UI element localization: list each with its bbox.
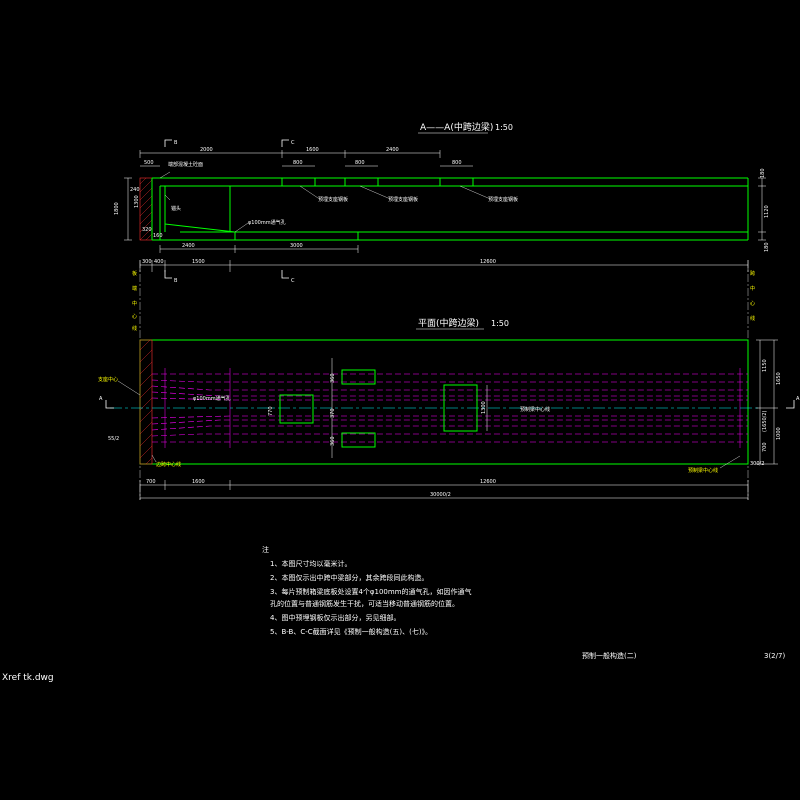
section-scale: 1:50	[495, 123, 513, 132]
plan-view: 平面(中跨边梁) 1:50 A A 支座中心 55/2 φ100mm通气孔 预制…	[98, 317, 800, 500]
right-mark-3: 心	[750, 300, 755, 307]
sub-dim-3: 800	[355, 160, 365, 166]
plan-rdim-4: 700	[762, 442, 768, 452]
plan-vdim-5: 1300	[481, 401, 487, 414]
callout-vent: φ100mm通气孔	[248, 219, 286, 226]
plan-bdim-2: 1600	[192, 479, 205, 485]
callout-plate-3: 预埋支座钢板	[488, 196, 518, 203]
right-mark-2: 中	[750, 285, 755, 292]
top-dim-1: 2000	[200, 147, 213, 153]
cl-dim-1: 300	[142, 259, 152, 265]
plate-bottom	[341, 432, 376, 448]
plan-rdim-5: 1000	[776, 427, 782, 440]
note-5: 4、图中预埋钢板仅示出部分，另见细部。	[270, 613, 400, 622]
left-mark-2: 端	[132, 285, 137, 292]
drawing-title: 预制一般构造(二)	[582, 651, 637, 660]
cut-b-top: B	[174, 140, 178, 146]
section-beam-outline	[151, 177, 749, 241]
notes: 注 1、本图尺寸均以毫米计。 2、本图仅示出中跨中梁部分，其余跨段同此构造。 3…	[262, 545, 472, 636]
bottom-right-dim: 300/2	[750, 461, 764, 467]
sub-dim-1: 500	[144, 160, 154, 166]
plan-vdim-2: 770	[268, 406, 274, 416]
right-dim-3: 180	[764, 242, 770, 252]
plan-vdim-4: 360	[330, 436, 336, 446]
cl-dim-4: 12600	[480, 259, 496, 265]
vent-box	[279, 394, 314, 424]
top-dim-3: 2400	[386, 147, 399, 153]
vent-label: φ100mm通气孔	[193, 395, 231, 402]
cut-mark-a-left	[105, 400, 114, 409]
plan-scale: 1:50	[491, 319, 509, 328]
file-label: Xref tk.dwg	[2, 673, 54, 683]
cut-c-top: C	[291, 140, 295, 146]
note-1: 1、本图尺寸均以毫米计。	[270, 559, 351, 568]
right-mark-1: 跨	[750, 270, 755, 277]
plan-bdim-3: 12600	[480, 479, 496, 485]
cut-mark-c-top	[281, 139, 289, 147]
cut-mark-c-bottom	[281, 270, 289, 279]
left-mark-5: 线	[132, 325, 137, 332]
plan-bdim-1: 700	[146, 479, 156, 485]
section-title: A——A(中跨边梁)	[420, 121, 493, 133]
cl-dim-2: 400	[154, 259, 164, 265]
right-dim-2: 1120	[764, 205, 770, 218]
note-4: 孔的位置与普通钢筋发生干扰，可适当移动普通钢筋的位置。	[270, 599, 459, 608]
callout-end-face: 端部混凝土砼面	[168, 161, 203, 168]
plan-rdim-2: 1650	[776, 372, 782, 385]
beam-center-label: 预制梁中心线	[520, 406, 550, 413]
notes-heading: 注	[262, 545, 269, 554]
left-dim-4: 320	[142, 227, 152, 233]
plan-vdim-1: 360	[330, 373, 336, 383]
cl-dim-3: 1500	[192, 259, 205, 265]
bottom-right-label: 预制梁中心线	[688, 467, 718, 474]
right-mark-4: 线	[750, 315, 755, 322]
cut-c-bottom: C	[291, 278, 295, 284]
sub-dim-2: 800	[293, 160, 303, 166]
note-2: 2、本图仅示出中跨中梁部分，其余跨段同此构造。	[270, 573, 428, 582]
left-mark-3: 中	[132, 300, 137, 307]
bottom-dim-1: 2400	[182, 243, 195, 249]
cut-b-bottom: B	[174, 278, 178, 284]
title-block: 预制一般构造(二) 3(2/7)	[582, 651, 785, 660]
bottom-left-label: 边跨中心线	[156, 461, 181, 468]
note-6: 5、B-B、C-C截面详见《预制一般构造(五)、(七)》。	[270, 627, 432, 636]
support-center-label: 支座中心	[98, 376, 118, 383]
left-dim-5: 160	[153, 233, 163, 239]
cut-mark-b-bottom	[164, 270, 172, 279]
plan-title: 平面(中跨边梁)	[418, 317, 479, 329]
bottom-dim-2: 3000	[290, 243, 303, 249]
plan-end-hatch	[139, 339, 153, 465]
plan-rdim-3: (1650/2)	[762, 410, 768, 432]
left-dim-1: 1800	[114, 202, 120, 215]
cut-mark-a-right	[786, 400, 795, 409]
plan-total-dim: 30000/2	[430, 492, 451, 498]
left-dim-2: 1300	[134, 195, 140, 208]
sheet-number: 3(2/7)	[764, 652, 785, 660]
plan-rdim-1: 1150	[762, 359, 768, 372]
note-3: 3、每片预制箱梁底板处设置4个φ100mm的通气孔，如因作通气	[270, 587, 472, 596]
left-mark-4: 心	[132, 313, 137, 320]
callout-anchor: 锚头	[171, 205, 181, 212]
left-mark-1: 板	[132, 270, 137, 277]
sub-dim-4: 800	[452, 160, 462, 166]
left-small-dim: 55/2	[108, 436, 119, 442]
right-dim-1: 180	[760, 168, 766, 178]
drawing-canvas: A——A(中跨边梁) 1:50 B C 2000 1600 2400 500 8…	[2, 121, 800, 683]
cut-mark-b-top	[164, 139, 172, 147]
plan-vdim-3: 370	[330, 408, 336, 418]
top-dim-2: 1600	[306, 147, 319, 153]
cut-a-left: A	[99, 396, 103, 402]
callout-plate-2: 预埋支座钢板	[388, 196, 418, 203]
section-view: A——A(中跨边梁) 1:50 B C 2000 1600 2400 500 8…	[114, 121, 770, 284]
left-dim-3: 240	[130, 187, 140, 193]
callout-plate-1: 预埋支座钢板	[318, 196, 348, 203]
cut-a-right: A	[796, 396, 800, 402]
